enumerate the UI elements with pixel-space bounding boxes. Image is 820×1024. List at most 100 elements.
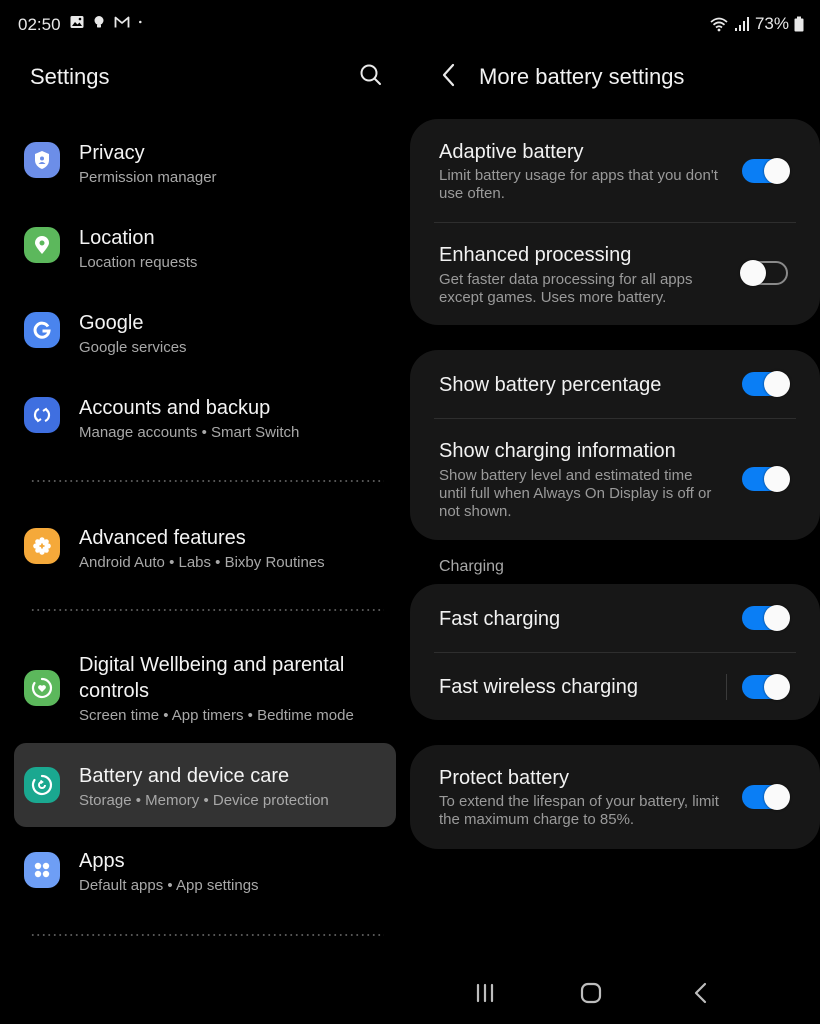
setting-title: Show charging information [439,440,676,462]
location-pin-icon [24,227,60,263]
toggle-knob [764,371,790,397]
settings-item-digital-wellbeing[interactable]: Digital Wellbeing and parental controls … [14,644,396,734]
toggle-knob [764,674,790,700]
enhanced-processing-toggle[interactable] [740,260,788,286]
google-g-icon [24,312,60,348]
settings-item-subtitle: Permission manager [79,169,217,186]
setting-title: Fast charging [439,608,561,630]
settings-card: Protect battery To extend the lifespan o… [410,745,820,849]
setting-row-show-battery-percentage[interactable]: Show battery percentage [410,350,820,418]
settings-card: Show battery percentage Show charging in… [410,350,820,540]
settings-item-apps[interactable]: Apps Default apps • App settings [14,838,396,908]
page-title: More battery settings [479,64,685,89]
shield-user-icon [24,142,60,178]
settings-item-title: Privacy [79,142,145,164]
settings-item-battery-and-device-care[interactable]: Battery and device care Storage • Memory… [14,743,396,827]
fast-wireless-charging-toggle[interactable] [742,674,790,700]
setting-row-show-charging-information[interactable]: Show charging information Show battery l… [410,419,820,540]
dot-icon [139,20,142,24]
gallery-icon [70,16,84,28]
settings-item-subtitle: Manage accounts • Smart Switch [79,424,300,441]
setting-title: Enhanced processing [439,244,632,266]
battery-icon [794,16,804,32]
settings-item-subtitle: Screen time • App timers • Bedtime mode [79,707,354,724]
fast-charging-toggle[interactable] [742,605,790,631]
group-divider [30,934,384,936]
group-divider [30,480,384,482]
settings-item-title: Advanced features [79,527,246,549]
status-time: 02:50 [18,15,61,34]
settings-item-accounts-and-backup[interactable]: Accounts and backup Manage accounts • Sm… [14,385,396,455]
settings-item-subtitle: Google services [79,339,187,356]
setting-row-fast-wireless-charging[interactable]: Fast wireless charging [410,653,820,720]
settings-item-title: Battery and device care [79,765,290,787]
settings-item-subtitle: Location requests [79,254,198,271]
back-button[interactable] [438,62,460,88]
home-icon [580,982,602,1004]
toggle-knob [764,605,790,631]
settings-item-title: Google [79,312,144,334]
vertical-divider [726,674,727,700]
setting-description: Limit battery usage for apps that you do… [439,167,718,202]
setting-row-adaptive-battery[interactable]: Adaptive battery Limit battery usage for… [410,119,820,222]
settings-item-title: Location [79,227,155,249]
page-title: Settings [30,64,110,89]
settings-item-privacy[interactable]: Privacy Permission manager [14,130,396,200]
settings-item-location[interactable]: Location Location requests [14,215,396,285]
toggle-knob [764,784,790,810]
recent-apps-button[interactable] [470,980,500,1006]
settings-item-subtitle: Storage • Memory • Device protection [79,792,329,809]
settings-item-subtitle: Default apps • App settings [79,877,259,894]
toggle-knob [764,466,790,492]
gear-plus-icon [24,528,60,564]
show-charging-information-toggle[interactable] [742,466,790,492]
signal-icon [734,17,749,31]
setting-description: Show battery level and estimated time un… [439,467,712,520]
settings-item-title: Digital Wellbeing and parental controls [79,654,345,702]
group-divider [30,609,384,611]
settings-item-title: Apps [79,850,125,872]
home-button[interactable] [576,980,606,1006]
toggle-knob [764,158,790,184]
sync-icon [24,397,60,433]
status-right: 73% [709,14,804,34]
search-button[interactable] [358,62,384,88]
more-battery-settings-pane: More battery settings Adaptive battery L… [410,50,820,960]
setting-title: Fast wireless charging [439,676,638,698]
status-bar: 02:50 73% [0,0,820,50]
gmail-icon [114,16,130,28]
back-chevron-icon [442,63,455,87]
setting-title: Adaptive battery [439,141,584,163]
protect-battery-toggle[interactable] [742,784,790,810]
battery-percentage: 73% [754,14,789,33]
search-icon [360,64,381,85]
notification-icons [70,15,146,29]
setting-title: Show battery percentage [439,374,662,396]
wifi-icon [710,17,728,32]
nav-back-button[interactable] [686,980,716,1006]
section-header-charging: Charging [439,558,504,575]
settings-item-advanced-features[interactable]: Advanced features Android Auto • Labs • … [14,515,396,585]
setting-description: Get faster data processing for all apps … [439,271,693,306]
setting-row-enhanced-processing[interactable]: Enhanced processing Get faster data proc… [410,223,820,325]
device-care-icon [24,767,60,803]
settings-card: Fast charging Fast wireless charging [410,584,820,720]
toggle-knob [740,260,766,286]
settings-list-pane: Settings Privacy Permission manager Loca… [0,50,410,960]
setting-title: Protect battery [439,767,570,789]
setting-row-protect-battery[interactable]: Protect battery To extend the lifespan o… [410,745,820,849]
settings-item-subtitle: Android Auto • Labs • Bixby Routines [79,554,325,571]
wellbeing-heart-icon [24,670,60,706]
settings-item-title: Accounts and backup [79,397,271,419]
settings-item-google[interactable]: Google Google services [14,300,396,370]
adaptive-battery-toggle[interactable] [742,158,790,184]
bulb-icon [94,16,104,28]
navigation-bar [410,960,820,1024]
show-battery-percentage-toggle[interactable] [742,371,790,397]
setting-row-fast-charging[interactable]: Fast charging [410,584,820,652]
back-icon [694,982,707,1004]
apps-grid-icon [24,852,60,888]
recents-icon [476,983,494,1003]
settings-card: Adaptive battery Limit battery usage for… [410,119,820,325]
setting-description: To extend the lifespan of your battery, … [439,793,719,828]
